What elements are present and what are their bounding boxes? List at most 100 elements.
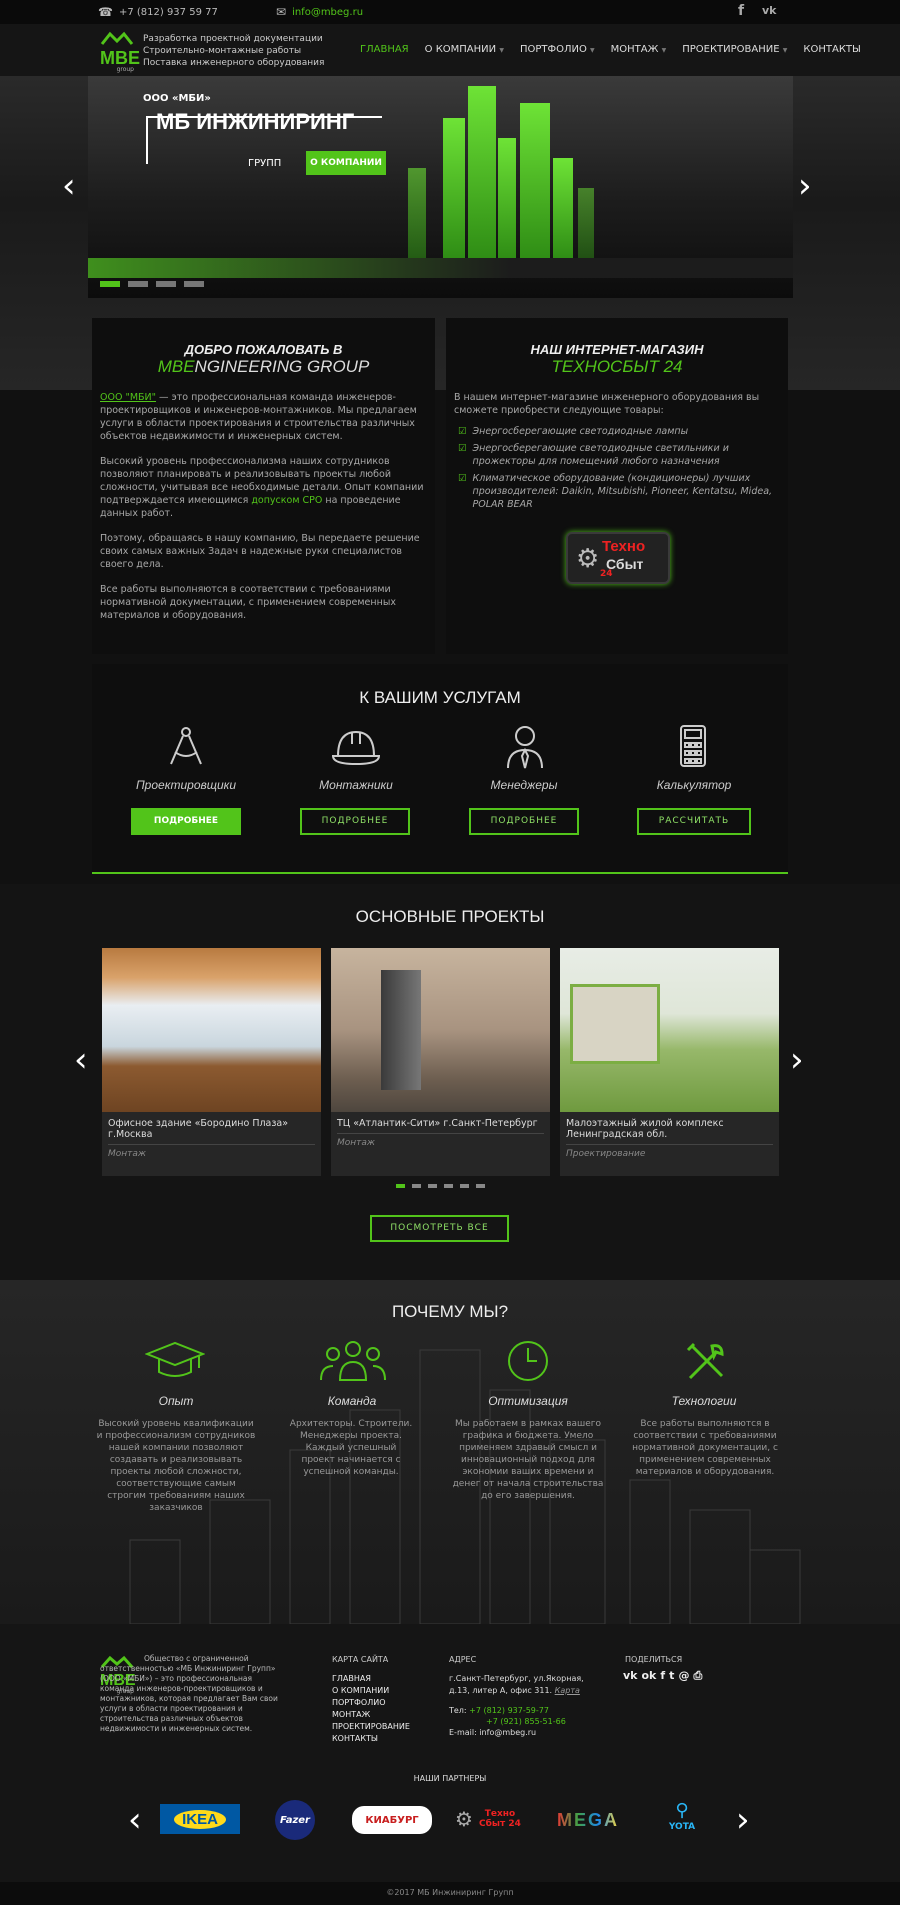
shop-title-brand: ТЕХНОСБЫТ 24 <box>551 357 683 376</box>
why-item-text: Мы работаем в рамках вашего графика и бю… <box>452 1419 604 1501</box>
nav-item-home[interactable]: ГЛАВНАЯ <box>360 44 409 55</box>
why-item-title: Технологии <box>671 1394 737 1408</box>
projects-next-arrow-icon[interactable]: › <box>790 1040 804 1080</box>
nav-item-contacts[interactable]: КОНТАКТЫ <box>803 44 860 55</box>
hardhat-icon <box>331 730 381 766</box>
address-block: г.Санкт-Петербург, ул.Якорная, д.13, лит… <box>449 1673 599 1697</box>
project-title: Малоэтажный жилой комплекс Ленинградская… <box>566 1118 724 1140</box>
service-name: Менеджеры <box>490 778 558 792</box>
email-label: E-mail: <box>449 1728 477 1737</box>
pagination-dot[interactable] <box>428 1184 437 1188</box>
services-panel: К ВАШИМ УСЛУГАМ <box>92 664 788 874</box>
nav-item-about[interactable]: О КОМПАНИИ ▼ <box>425 44 504 55</box>
partners-next-arrow-icon[interactable]: › <box>736 1800 750 1840</box>
pagination-dot[interactable] <box>460 1184 469 1188</box>
why-item-text: Высокий уровень квалификации и профессио… <box>96 1419 256 1513</box>
pagination-dot[interactable] <box>476 1184 485 1188</box>
nav-item-montage[interactable]: МОНТАЖ ▼ <box>611 44 667 55</box>
nav-item-portfolio[interactable]: ПОРТФОЛИО ▼ <box>520 44 595 55</box>
company-link[interactable]: ООО "МБИ" <box>100 392 156 403</box>
nav-item-design[interactable]: ПРОЕКТИРОВАНИЕ ▼ <box>682 44 787 55</box>
tower-shape <box>498 138 516 258</box>
service-name: Проектировщики <box>135 778 237 792</box>
installers-details-button[interactable]: ПОДРОБНЕЕ <box>300 808 410 835</box>
share-icons: vk ok f t @ ⎙ <box>623 1669 702 1683</box>
hero-subtitle: ГРУПП <box>248 158 282 169</box>
tagline-line: Поставка инженерного оборудования <box>143 58 325 68</box>
partner-name: IKEA <box>174 1809 226 1829</box>
hero-slider: ООО «МБИ» МБ ИНЖИНИРИНГ ГРУПП О КОМПАНИИ <box>88 76 793 298</box>
project-card[interactable]: Офисное здание «Бородино Плаза» г.Москва… <box>102 948 321 1176</box>
ok-icon[interactable]: ok <box>642 1669 657 1683</box>
sitemap-list: ГЛАВНАЯ О КОМПАНИИ ПОРТФОЛИО МОНТАЖ ПРОЕ… <box>332 1673 410 1745</box>
why-item-title: Опыт <box>158 1394 194 1408</box>
tower-shape <box>408 168 426 258</box>
sitemap-link[interactable]: ПРОЕКТИРОВАНИЕ <box>332 1721 410 1733</box>
facebook-icon[interactable]: f <box>660 1669 665 1683</box>
sitemap-link[interactable]: ГЛАВНАЯ <box>332 1673 410 1685</box>
phone-link[interactable]: +7 (921) 855-51-66 <box>449 1716 566 1727</box>
slide-indicator[interactable] <box>128 281 148 287</box>
about-company-button[interactable]: О КОМПАНИИ <box>306 151 386 175</box>
bridge-shape <box>88 258 793 278</box>
email-link[interactable]: info@mbeg.ru <box>292 7 363 18</box>
partner-name: YOTA <box>668 1822 696 1832</box>
pagination-dot[interactable] <box>444 1184 453 1188</box>
phone-link[interactable]: +7 (812) 937-59-77 <box>469 1706 549 1715</box>
facebook-icon[interactable]: f <box>738 3 744 19</box>
gear-icon: ⚙ <box>576 544 600 574</box>
phone-number[interactable]: +7 (812) 937 59 77 <box>119 7 218 18</box>
vk-icon[interactable]: vk <box>762 4 777 17</box>
slider-next-arrow-icon[interactable]: › <box>798 166 812 206</box>
projects-prev-arrow-icon[interactable]: ‹ <box>74 1040 88 1080</box>
nav-label: МОНТАЖ <box>610 44 659 55</box>
phone-contact[interactable]: ☎ +7 (812) 937 59 77 <box>98 5 218 19</box>
mail-icon[interactable]: @ <box>678 1669 689 1683</box>
pagination-dot[interactable] <box>396 1184 405 1188</box>
project-card[interactable]: ТЦ «Атлантик-Сити» г.Санкт-Петербург Мон… <box>331 948 550 1176</box>
tower-shape <box>578 188 594 258</box>
slide-indicator[interactable] <box>156 281 176 287</box>
chevron-down-icon: ▼ <box>782 47 788 54</box>
checkbox-icon: ☑ <box>458 426 467 437</box>
partner-logo-fazer[interactable]: Fazer <box>275 1800 315 1840</box>
partner-logo-yota[interactable]: ⚲ YOTA <box>662 1800 702 1840</box>
calculator-button[interactable]: РАССЧИТАТЬ <box>637 808 751 835</box>
vk-icon[interactable]: vk <box>623 1669 638 1683</box>
map-link[interactable]: Карта <box>555 1686 580 1695</box>
partner-name: КИАБУРГ <box>365 1814 419 1826</box>
pagination-dot[interactable] <box>412 1184 421 1188</box>
managers-details-button[interactable]: ПОДРОБНЕЕ <box>469 808 579 835</box>
manager-icon <box>507 726 543 769</box>
services-title: К ВАШИМ УСЛУГАМ <box>359 688 521 707</box>
slide-indicator[interactable] <box>100 281 120 287</box>
partner-logo-ikea[interactable]: IKEA <box>160 1804 240 1834</box>
partner-logo-mega[interactable]: MEGA <box>548 1808 628 1832</box>
email-contact[interactable]: ✉ info@mbeg.ru <box>276 5 363 19</box>
partner-logo-technosbyt[interactable]: ⚙ Техно Сбыт 24 <box>455 1800 525 1838</box>
print-icon[interactable]: ⎙ <box>693 1669 702 1683</box>
technosbyt-logo[interactable]: ⚙ Техно Сбыт 24 <box>566 532 670 584</box>
twitter-icon[interactable]: t <box>669 1669 674 1683</box>
header-tagline: Разработка проектной документации Строит… <box>143 33 324 69</box>
why-item-text: Все работы выполняются в соответствии с … <box>632 1419 778 1477</box>
building-shape <box>570 984 660 1064</box>
designers-details-button[interactable]: ПОДРОБНЕЕ <box>131 808 241 835</box>
partners-prev-arrow-icon[interactable]: ‹ <box>128 1800 142 1840</box>
footer-about: Общество с ограниченной ответственностью… <box>100 1654 278 1733</box>
view-all-button[interactable]: ПОСМОТРЕТЬ ВСЕ <box>370 1215 509 1242</box>
welcome-paragraph: Все работы выполняются в соответствии с … <box>100 584 396 621</box>
slider-prev-arrow-icon[interactable]: ‹ <box>62 166 76 206</box>
sitemap-link[interactable]: МОНТАЖ <box>332 1709 410 1721</box>
project-card[interactable]: Малоэтажный жилой комплекс Ленинградская… <box>560 948 779 1176</box>
slide-indicator[interactable] <box>184 281 204 287</box>
shop-item-text: Энергосберегающие светодиодные светильни… <box>472 443 729 467</box>
sitemap-link[interactable]: ПОРТФОЛИО <box>332 1697 410 1709</box>
logo[interactable]: MBE group <box>100 30 140 73</box>
sitemap-link[interactable]: О КОМПАНИИ <box>332 1685 410 1697</box>
partner-logo-kiaburg[interactable]: КИАБУРГ <box>352 1806 432 1834</box>
sitemap-link[interactable]: КОНТАКТЫ <box>332 1733 410 1745</box>
email-link[interactable]: info@mbeg.ru <box>479 1728 536 1737</box>
hero-title: МБ ИНЖИНИРИНГ <box>156 109 355 134</box>
sro-link[interactable]: допуском СРО <box>251 495 322 506</box>
